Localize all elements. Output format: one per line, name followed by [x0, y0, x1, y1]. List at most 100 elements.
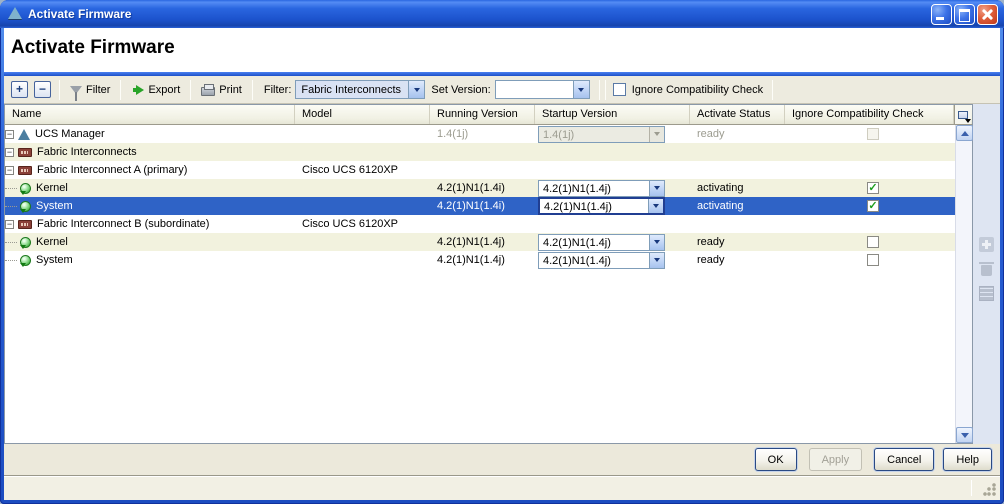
- tree-expander[interactable]: −: [5, 147, 14, 157]
- startup-version-dropdown[interactable]: 1.4(1j): [538, 125, 665, 143]
- filter-icon: [70, 85, 82, 101]
- toolbar-separator: [604, 79, 606, 100]
- customize-columns-button[interactable]: [954, 105, 971, 124]
- row-name: UCS Manager: [35, 128, 105, 140]
- startup-version-dropdown-focused[interactable]: 4.2(1)N1(1.4j): [538, 197, 665, 215]
- table-body: − UCS Manager 1.4(1j) 1.4(1j) ready − Fa…: [5, 125, 955, 443]
- column-header-name[interactable]: Name: [5, 105, 295, 124]
- status-bar: [4, 475, 1000, 500]
- chevron-down-icon[interactable]: [649, 234, 664, 250]
- table-side-toolbar: [973, 104, 1000, 444]
- row-activate-status: activating: [697, 182, 744, 194]
- row-name: Kernel: [36, 182, 68, 194]
- ok-button[interactable]: OK: [754, 448, 797, 471]
- close-button[interactable]: [977, 3, 998, 25]
- row-activate-status: activating: [697, 200, 744, 212]
- row-activate-status: ready: [697, 128, 725, 140]
- toolbar-separator: [120, 79, 122, 100]
- dialog-header: Activate Firmware: [4, 28, 1000, 72]
- column-header-model[interactable]: Model: [295, 105, 430, 124]
- firmware-image-icon: [20, 182, 31, 195]
- startup-version-dropdown[interactable]: 4.2(1)N1(1.4j): [538, 233, 665, 251]
- ignore-compatibility-checkbox[interactable]: [612, 83, 626, 96]
- scroll-down-button[interactable]: [956, 427, 973, 443]
- table-row[interactable]: Kernel 4.2(1)N1(1.4i) 4.2(1)N1(1.4j) act…: [5, 179, 955, 197]
- tree-expander[interactable]: −: [5, 165, 14, 175]
- chevron-down-icon[interactable]: [649, 126, 664, 142]
- startup-version-dropdown[interactable]: 4.2(1)N1(1.4j): [538, 179, 665, 197]
- delete-icon[interactable]: [979, 261, 994, 276]
- apply-button[interactable]: Apply: [808, 448, 863, 471]
- ucs-triangle-icon: [8, 7, 22, 19]
- filter-button[interactable]: Filter: [65, 82, 115, 101]
- firmware-image-icon: [20, 236, 31, 249]
- set-version-combobox[interactable]: [494, 80, 590, 99]
- column-header-startup-version[interactable]: Startup Version: [535, 105, 690, 124]
- table-row-selected[interactable]: System 4.2(1)N1(1.4i) 4.2(1)N1(1.4j) act…: [5, 197, 955, 215]
- ucs-manager-icon: [18, 128, 30, 140]
- collapse-all-button[interactable]: −: [34, 81, 51, 98]
- filter-combobox-label: Filter:: [263, 83, 292, 96]
- column-header-tools: [954, 105, 972, 124]
- resize-grip[interactable]: [983, 483, 996, 496]
- status-bar-separator: [971, 480, 972, 496]
- column-header-running-version[interactable]: Running Version: [430, 105, 535, 124]
- column-header-ignore-compat[interactable]: Ignore Compatibility Check: [785, 105, 954, 124]
- row-name: Kernel: [36, 236, 68, 248]
- chevron-down-icon[interactable]: [572, 81, 589, 98]
- table-row[interactable]: − UCS Manager 1.4(1j) 1.4(1j) ready: [5, 125, 955, 143]
- row-model: Cisco UCS 6120XP: [302, 164, 398, 176]
- table-row[interactable]: − Fabric Interconnect B (subordinate) Ci…: [5, 215, 955, 233]
- expand-all-button[interactable]: +: [11, 81, 28, 98]
- add-icon[interactable]: [979, 237, 994, 252]
- startup-version-dropdown[interactable]: 4.2(1)N1(1.4j): [538, 251, 665, 269]
- minimize-button[interactable]: [931, 3, 952, 25]
- ignore-compat-row-checkbox[interactable]: ✓: [867, 200, 879, 212]
- dialog-button-bar: OK Apply Cancel Help: [4, 444, 1000, 475]
- print-button[interactable]: Print: [196, 82, 247, 98]
- export-icon: [133, 84, 145, 95]
- table-row[interactable]: Kernel 4.2(1)N1(1.4j) 4.2(1)N1(1.4j) rea…: [5, 233, 955, 251]
- maximize-button[interactable]: [954, 3, 975, 25]
- window-titlebar[interactable]: Activate Firmware: [0, 0, 1004, 28]
- copy-icon[interactable]: [979, 286, 994, 301]
- ignore-compatibility-label: Ignore Compatibility Check: [631, 83, 764, 96]
- toolbar-separator: [190, 79, 192, 100]
- row-name: Fabric Interconnect B (subordinate): [37, 218, 210, 230]
- cancel-button[interactable]: Cancel: [874, 448, 935, 471]
- row-running-version: 4.2(1)N1(1.4j): [437, 254, 505, 266]
- window-title: Activate Firmware: [28, 7, 132, 21]
- tree-expander[interactable]: −: [5, 219, 14, 229]
- dialog-body: Activate Firmware + − Filter Export Prin…: [4, 28, 1000, 500]
- export-button[interactable]: Export: [126, 82, 185, 98]
- row-activate-status: ready: [697, 254, 725, 266]
- set-version-value: [496, 81, 573, 98]
- set-version-label: Set Version:: [431, 83, 491, 96]
- chevron-down-icon[interactable]: [648, 199, 663, 213]
- ignore-compat-row-checkbox[interactable]: ✓: [867, 182, 879, 194]
- vertical-scrollbar[interactable]: [955, 125, 973, 443]
- row-model: Cisco UCS 6120XP: [302, 218, 398, 230]
- page-title: Activate Firmware: [11, 37, 175, 58]
- help-button[interactable]: Help: [943, 448, 992, 471]
- chevron-down-icon[interactable]: [649, 180, 664, 196]
- fabric-interconnect-icon: [18, 147, 32, 157]
- filter-combobox[interactable]: Fabric Interconnects: [295, 80, 426, 99]
- chevron-down-icon[interactable]: [649, 252, 664, 268]
- row-name: Fabric Interconnects: [37, 146, 137, 158]
- ignore-compat-row-checkbox[interactable]: [867, 254, 879, 266]
- table-row[interactable]: − Fabric Interconnects: [5, 143, 955, 161]
- column-header-activate-status[interactable]: Activate Status: [690, 105, 785, 124]
- ignore-compat-row-checkbox[interactable]: [867, 236, 879, 248]
- tree-expander[interactable]: −: [5, 129, 14, 139]
- row-name: Fabric Interconnect A (primary): [37, 164, 188, 176]
- row-running-version: 1.4(1j): [437, 128, 469, 140]
- scroll-up-button[interactable]: [956, 125, 973, 141]
- table-row[interactable]: System 4.2(1)N1(1.4j) 4.2(1)N1(1.4j) rea…: [5, 251, 955, 269]
- toolbar-separator: [251, 79, 253, 100]
- toolbar-separator: [772, 79, 774, 100]
- table-row[interactable]: − Fabric Interconnect A (primary) Cisco …: [5, 161, 955, 179]
- filter-combobox-value: Fabric Interconnects: [301, 84, 402, 96]
- chevron-down-icon[interactable]: [408, 81, 425, 98]
- toolbar-separator: [598, 79, 600, 100]
